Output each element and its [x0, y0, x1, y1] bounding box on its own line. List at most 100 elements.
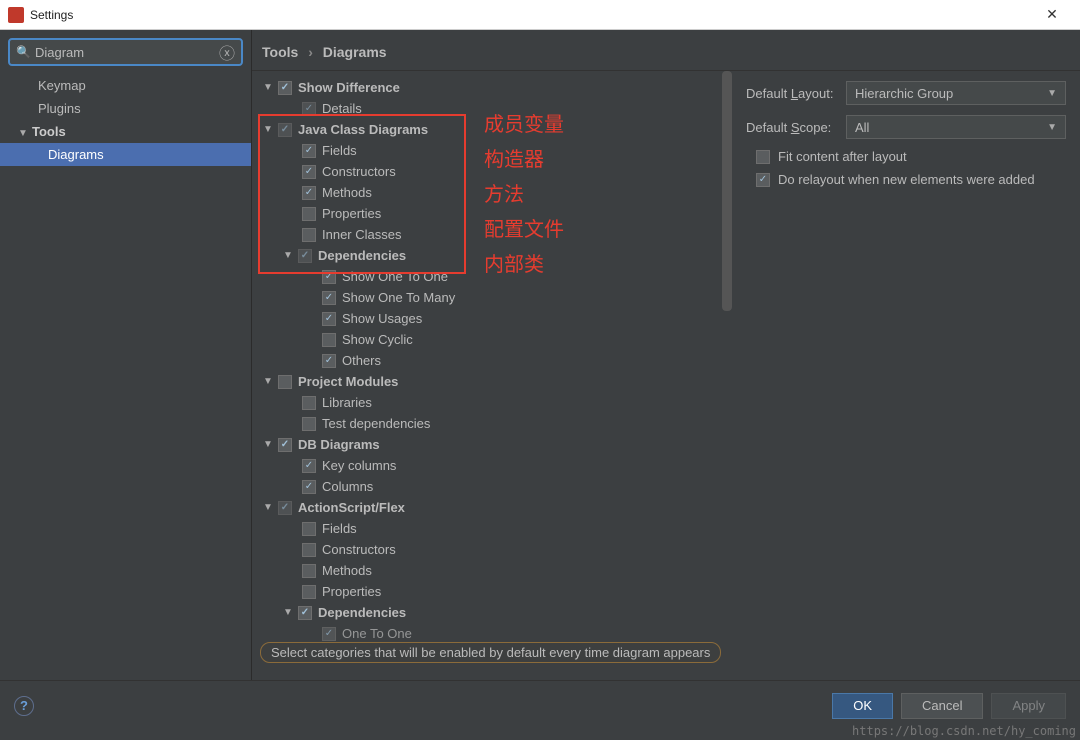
- clear-search-icon[interactable]: ⓧ: [219, 40, 235, 64]
- checkbox[interactable]: [302, 144, 316, 158]
- tree-db-diagrams[interactable]: ▼DB Diagrams: [260, 434, 732, 455]
- checkbox[interactable]: [302, 585, 316, 599]
- sidebar: 🔍 ⓧ Keymap Plugins ▼Tools Diagrams: [0, 30, 252, 680]
- chevron-down-icon: ▼: [1047, 88, 1057, 99]
- chevron-down-icon[interactable]: ▼: [260, 82, 276, 93]
- sidebar-item-diagrams[interactable]: Diagrams: [0, 143, 251, 166]
- tree-as-constructors[interactable]: Constructors: [260, 539, 732, 560]
- chevron-down-icon[interactable]: ▼: [260, 376, 276, 387]
- checkbox[interactable]: [302, 102, 316, 116]
- sidebar-item-plugins[interactable]: Plugins: [0, 97, 251, 120]
- app-logo-icon: [8, 7, 24, 23]
- search-input[interactable]: [35, 45, 219, 60]
- checkbox[interactable]: [302, 522, 316, 536]
- tree-as-properties[interactable]: Properties: [260, 581, 732, 602]
- close-icon[interactable]: ✕: [1032, 6, 1072, 23]
- tree-show-one-to-many[interactable]: Show One To Many: [260, 287, 732, 308]
- checkbox[interactable]: [322, 627, 336, 641]
- options-column: Default Layout: Hierarchic Group▼ Defaul…: [732, 71, 1080, 680]
- tree-scrollbar[interactable]: [722, 71, 732, 311]
- default-layout-label: Default Layout:: [746, 86, 846, 101]
- relayout-label: Do relayout when new elements were added: [778, 172, 1035, 187]
- fit-content-label: Fit content after layout: [778, 149, 907, 164]
- checkbox[interactable]: [278, 501, 292, 515]
- checkbox[interactable]: [278, 438, 292, 452]
- apply-button[interactable]: Apply: [991, 693, 1066, 719]
- default-layout-select[interactable]: Hierarchic Group▼: [846, 81, 1066, 105]
- search-icon: 🔍: [16, 45, 31, 59]
- annotation-text: 方法: [484, 178, 524, 207]
- checkbox[interactable]: [302, 396, 316, 410]
- breadcrumb: Tools › Diagrams: [252, 30, 1080, 70]
- tree-show-difference[interactable]: ▼Show Difference: [260, 77, 732, 98]
- checkbox[interactable]: [278, 375, 292, 389]
- checkbox[interactable]: [302, 186, 316, 200]
- annotation-text: 成员变量: [484, 108, 564, 137]
- tree-others[interactable]: Others: [260, 350, 732, 371]
- tree-as-methods[interactable]: Methods: [260, 560, 732, 581]
- chevron-down-icon: ▼: [18, 128, 28, 139]
- default-scope-select[interactable]: All▼: [846, 115, 1066, 139]
- fit-content-row[interactable]: Fit content after layout: [746, 149, 1066, 164]
- tree-show-cyclic[interactable]: Show Cyclic: [260, 329, 732, 350]
- annotation-text: 内部类: [484, 248, 544, 277]
- checkbox[interactable]: [302, 207, 316, 221]
- dialog-footer: ? OK Cancel Apply: [0, 680, 1080, 730]
- chevron-down-icon[interactable]: ▼: [280, 250, 296, 261]
- tree-test-dependencies[interactable]: Test dependencies: [260, 413, 732, 434]
- annotation-text: 配置文件: [484, 213, 564, 242]
- tree-as-one-to-one[interactable]: One To One: [260, 623, 732, 644]
- checkbox[interactable]: [302, 564, 316, 578]
- chevron-down-icon[interactable]: ▼: [260, 502, 276, 513]
- content-area: ▼Show Difference Details ▼Java Class Dia…: [252, 70, 1080, 680]
- hint-text: Select categories that will be enabled b…: [260, 642, 721, 663]
- sidebar-item-keymap[interactable]: Keymap: [0, 74, 251, 97]
- help-button[interactable]: ?: [14, 696, 34, 716]
- title-bar: Settings ✕: [0, 0, 1080, 30]
- checkbox[interactable]: [756, 150, 770, 164]
- tree-actionscript-flex[interactable]: ▼ActionScript/Flex: [260, 497, 732, 518]
- checkbox[interactable]: [756, 173, 770, 187]
- checkbox[interactable]: [298, 249, 312, 263]
- checkbox[interactable]: [322, 270, 336, 284]
- tree-columns[interactable]: Columns: [260, 476, 732, 497]
- breadcrumb-separator: ›: [308, 44, 313, 60]
- settings-nav: Keymap Plugins ▼Tools Diagrams: [0, 74, 251, 680]
- chevron-down-icon[interactable]: ▼: [260, 439, 276, 450]
- checkbox[interactable]: [322, 354, 336, 368]
- watermark-text: https://blog.csdn.net/hy_coming: [852, 724, 1076, 738]
- checkbox[interactable]: [298, 606, 312, 620]
- checkbox[interactable]: [302, 417, 316, 431]
- default-layout-row: Default Layout: Hierarchic Group▼: [746, 81, 1066, 105]
- tree-show-usages[interactable]: Show Usages: [260, 308, 732, 329]
- search-box[interactable]: 🔍 ⓧ: [8, 38, 243, 66]
- chevron-down-icon: ▼: [1047, 122, 1057, 133]
- checkbox[interactable]: [322, 312, 336, 326]
- relayout-row[interactable]: Do relayout when new elements were added: [746, 172, 1066, 187]
- chevron-down-icon[interactable]: ▼: [280, 607, 296, 618]
- checkbox[interactable]: [278, 81, 292, 95]
- breadcrumb-diagrams: Diagrams: [323, 44, 387, 60]
- checkbox[interactable]: [302, 459, 316, 473]
- window-title: Settings: [30, 8, 1032, 22]
- ok-button[interactable]: OK: [832, 693, 893, 719]
- tree-key-columns[interactable]: Key columns: [260, 455, 732, 476]
- checkbox[interactable]: [302, 480, 316, 494]
- cancel-button[interactable]: Cancel: [901, 693, 983, 719]
- tree-project-modules[interactable]: ▼Project Modules: [260, 371, 732, 392]
- tree-libraries[interactable]: Libraries: [260, 392, 732, 413]
- checkbox[interactable]: [322, 333, 336, 347]
- checkbox[interactable]: [278, 123, 292, 137]
- chevron-down-icon[interactable]: ▼: [260, 124, 276, 135]
- checkbox[interactable]: [302, 543, 316, 557]
- sidebar-item-tools[interactable]: ▼Tools: [0, 120, 251, 143]
- default-scope-row: Default Scope: All▼: [746, 115, 1066, 139]
- checkbox[interactable]: [302, 165, 316, 179]
- default-scope-label: Default Scope:: [746, 120, 846, 135]
- checkbox[interactable]: [322, 291, 336, 305]
- tree-as-fields[interactable]: Fields: [260, 518, 732, 539]
- breadcrumb-tools[interactable]: Tools: [262, 44, 298, 60]
- checkbox[interactable]: [302, 228, 316, 242]
- tree-as-dependencies[interactable]: ▼Dependencies: [260, 602, 732, 623]
- right-panel: Tools › Diagrams ▼Show Difference Detail…: [252, 30, 1080, 680]
